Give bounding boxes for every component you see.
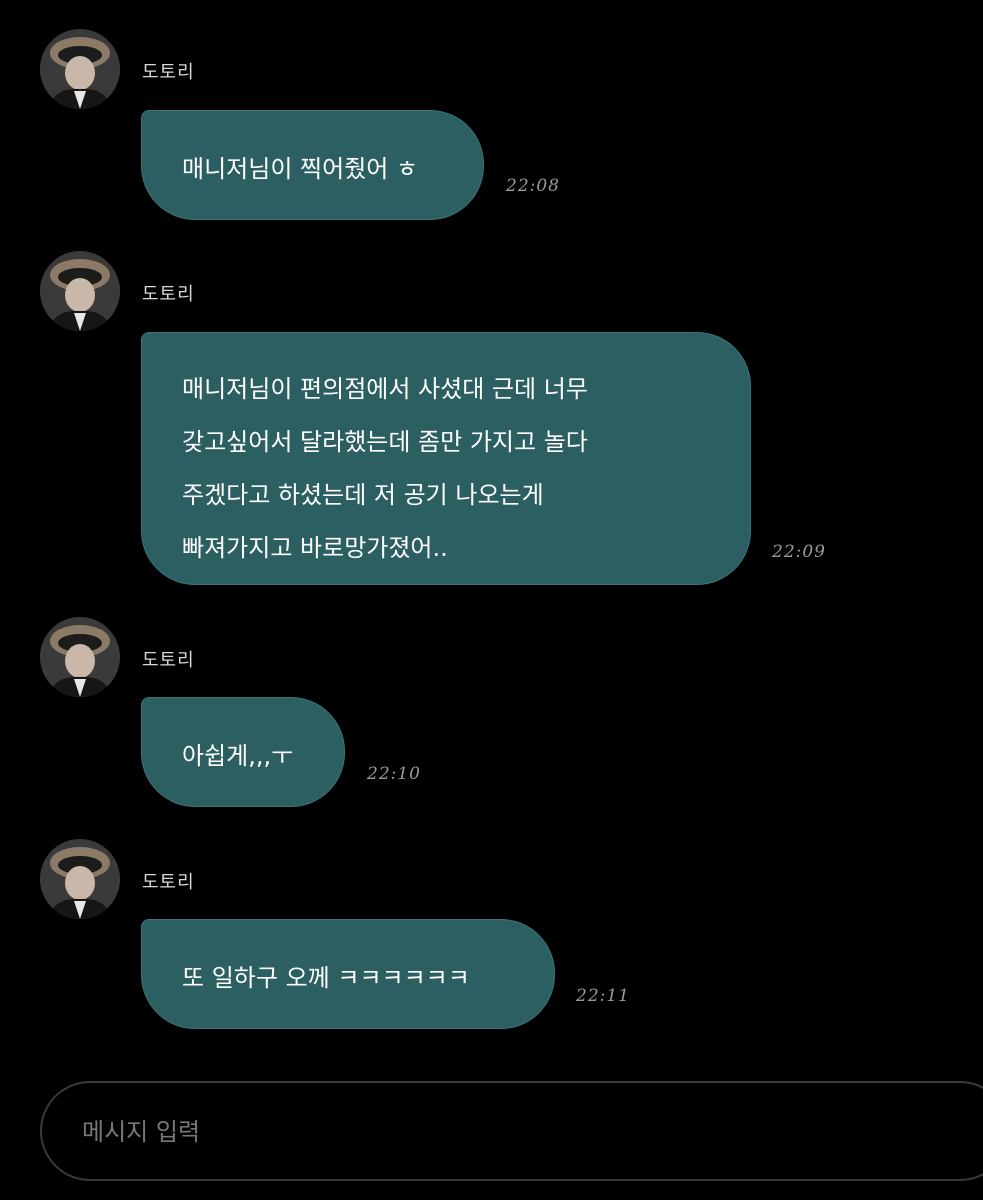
- message-text: 또 일하구 오께 ㅋㅋㅋㅋㅋㅋ: [182, 964, 470, 992]
- profile-photo-icon: [40, 617, 120, 697]
- avatar[interactable]: [40, 251, 120, 331]
- message-text: 갖고싶어서 달라했는데 좀만 가지고 놀다: [182, 428, 588, 456]
- message-input[interactable]: [80, 1111, 904, 1153]
- message-composer[interactable]: [40, 1081, 983, 1181]
- message-text: 매니저님이 편의점에서 사셨대 근데 너무: [182, 375, 588, 403]
- message-bubble[interactable]: 매니저님이 찍어줬어 ㅎ: [141, 110, 484, 220]
- profile-photo-icon: [40, 251, 120, 331]
- profile-photo-icon: [40, 29, 120, 109]
- profile-photo-icon: [40, 839, 120, 919]
- message-time: 22:10: [367, 764, 421, 784]
- message-text: 빠져가지고 바로망가졌어..: [182, 534, 448, 562]
- sender-name: 도토리: [142, 650, 195, 671]
- message-text: 주겠다고 하셨는데 저 공기 나오는게: [182, 481, 544, 509]
- avatar[interactable]: [40, 29, 120, 109]
- message-time: 22:08: [506, 176, 560, 196]
- message-text: 아쉽게,,,ㅜ: [182, 742, 294, 770]
- avatar[interactable]: [40, 839, 120, 919]
- sender-name: 도토리: [142, 872, 195, 893]
- avatar[interactable]: [40, 617, 120, 697]
- sender-name: 도토리: [142, 62, 195, 83]
- sender-name: 도토리: [142, 284, 195, 305]
- message-time: 22:11: [576, 986, 630, 1006]
- message-bubble[interactable]: 또 일하구 오께 ㅋㅋㅋㅋㅋㅋ: [141, 919, 555, 1029]
- message-time: 22:09: [772, 542, 826, 562]
- message-bubble[interactable]: 아쉽게,,,ㅜ: [141, 697, 345, 807]
- message-text: 매니저님이 찍어줬어 ㅎ: [182, 155, 419, 183]
- message-bubble[interactable]: 매니저님이 편의점에서 사셨대 근데 너무 갖고싶어서 달라했는데 좀만 가지고…: [141, 332, 751, 585]
